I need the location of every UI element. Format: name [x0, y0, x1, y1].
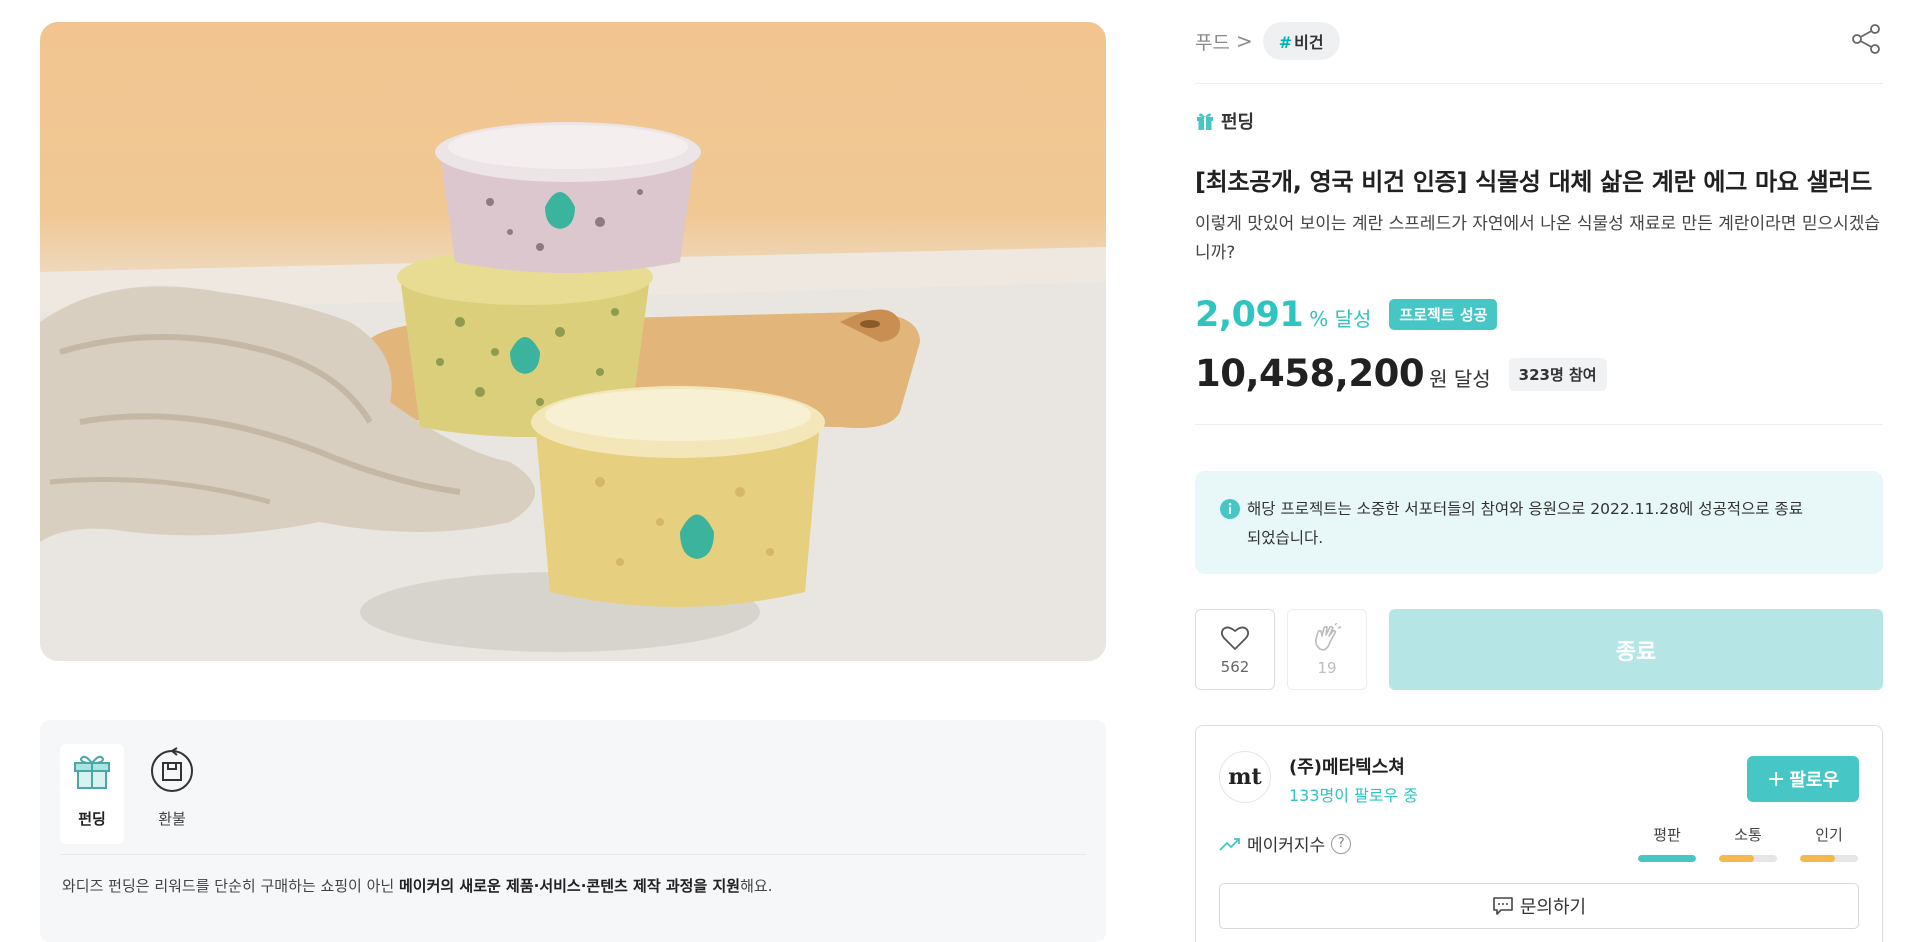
funded-amount-value: 10,458,200 [1195, 352, 1425, 395]
success-badge: 프로젝트 성공 [1389, 299, 1498, 330]
project-subtitle: 이렇게 맛있어 보이는 계란 스프레드가 자연에서 나온 식물성 재료로 만든 … [1195, 214, 1881, 263]
project-ended-notice: 해당 프로젝트는 소중한 서포터들의 참여와 응원으로 2022.11.28에 … [1195, 471, 1883, 574]
project-kind: 펀딩 [1195, 108, 1254, 134]
breadcrumb-tag[interactable]: # 비건 [1262, 22, 1340, 60]
tab-funding[interactable]: 펀딩 [60, 744, 124, 844]
inquiry-button-label: 문의하기 [1519, 897, 1587, 918]
refund-icon [146, 744, 198, 796]
project-kind-label: 펀딩 [1221, 112, 1255, 133]
metric-label: 평판 [1653, 826, 1681, 844]
gift-icon [66, 744, 118, 796]
funding-description-suffix: 해요. [740, 877, 773, 895]
info-icon [1219, 498, 1241, 574]
breadcrumb: 푸드 > # 비건 [1195, 22, 1340, 60]
funding-description: 와디즈 펀딩은 리워드를 단순히 구매하는 쇼핑이 아닌 메이커의 새로운 제품… [62, 875, 772, 896]
metric-popularity: 인기 [1800, 824, 1858, 862]
like-button[interactable]: 562 [1195, 609, 1275, 690]
metric-bar-fill [1638, 855, 1696, 862]
clap-count: 19 [1317, 658, 1337, 677]
metric-reputation: 평판 [1638, 824, 1696, 862]
tab-refund[interactable]: 환불 [140, 744, 204, 829]
maker-name[interactable]: (주)메타텍스쳐 [1289, 753, 1405, 779]
participants-badge: 323명 참여 [1508, 358, 1607, 391]
like-count: 562 [1220, 657, 1250, 676]
notice-text: 해당 프로젝트는 소중한 서포터들의 참여와 응원으로 2022.11.28에 … [1247, 500, 1803, 547]
tab-funding-label: 펀딩 [78, 810, 106, 828]
breadcrumb-separator: > [1235, 29, 1253, 53]
metric-bar [1638, 855, 1696, 862]
share-button[interactable] [1849, 22, 1883, 56]
maker-index: 메이커지수 ? [1219, 831, 1352, 856]
divider [1195, 83, 1883, 84]
share-icon [1852, 24, 1880, 54]
achievement-rate: 2,091 % 달성 프로젝트 성공 [1195, 295, 1498, 336]
metric-label: 소통 [1734, 826, 1762, 844]
metric-bar-fill [1719, 855, 1754, 862]
metric-label: 인기 [1815, 826, 1843, 844]
metric-bar-fill [1800, 855, 1835, 862]
project-title: [최초공개, 영국 비건 인증] 식물성 대체 삶은 계란 에그 마요 샐러드 [1195, 168, 1872, 196]
funding-description-prefix: 와디즈 펀딩은 리워드를 단순히 구매하는 쇼핑이 아닌 [62, 877, 399, 895]
divider [1195, 424, 1883, 425]
help-icon[interactable]: ? [1331, 833, 1352, 854]
follow-button[interactable]: + 팔로우 [1747, 756, 1859, 802]
project-summary-column: 푸드 > # 비건 펀딩 [최초공개, 영국 비건 인증] 식물성 대체 삶은 계… [1195, 0, 1883, 942]
funded-amount: 10,458,200 원 달성 323명 참여 [1195, 352, 1607, 397]
maker-index-label: 메이커지수 [1247, 836, 1326, 856]
hero-photo-illustration [40, 122, 1106, 661]
follow-button-label: 팔로우 [1789, 770, 1840, 791]
maker-followers: 133명이 팔로우 중 [1289, 786, 1419, 805]
trend-up-icon [1219, 836, 1241, 852]
ended-button[interactable]: 종료 [1389, 609, 1883, 690]
clap-button[interactable]: 19 [1287, 609, 1367, 690]
gift-icon [1195, 111, 1215, 131]
funded-amount-unit: 원 달성 [1429, 367, 1491, 391]
panel-divider [60, 854, 1086, 855]
metric-bar [1800, 855, 1858, 862]
metric-communication: 소통 [1719, 824, 1777, 862]
funding-info-panel: 펀딩 환불 와디즈 펀딩은 리워드를 단순히 구매하는 쇼핑이 아닌 메이커의 … [40, 720, 1106, 942]
heart-icon [1220, 626, 1250, 650]
clap-icon [1315, 622, 1342, 651]
achievement-percent-unit: % 달성 [1309, 307, 1372, 331]
product-hero-image [40, 22, 1106, 661]
maker-logo[interactable]: mt [1219, 751, 1271, 803]
maker-card: mt (주)메타텍스쳐 133명이 팔로우 중 + 팔로우 메이커지수 ? 평판… [1195, 725, 1883, 942]
breadcrumb-category[interactable]: 푸드 [1195, 28, 1230, 55]
funding-description-bold: 메이커의 새로운 제품·서비스·콘텐츠 제작 과정을 지원 [398, 877, 741, 895]
tab-refund-label: 환불 [158, 810, 186, 828]
chat-icon [1492, 896, 1514, 916]
inquiry-button[interactable]: 문의하기 [1219, 883, 1859, 929]
plus-icon: + [1766, 766, 1786, 792]
breadcrumb-tag-label: 비건 [1294, 33, 1324, 52]
achievement-percent: 2,091 [1195, 295, 1304, 335]
hashtag-symbol: # [1278, 33, 1293, 52]
metric-bar [1719, 855, 1777, 862]
